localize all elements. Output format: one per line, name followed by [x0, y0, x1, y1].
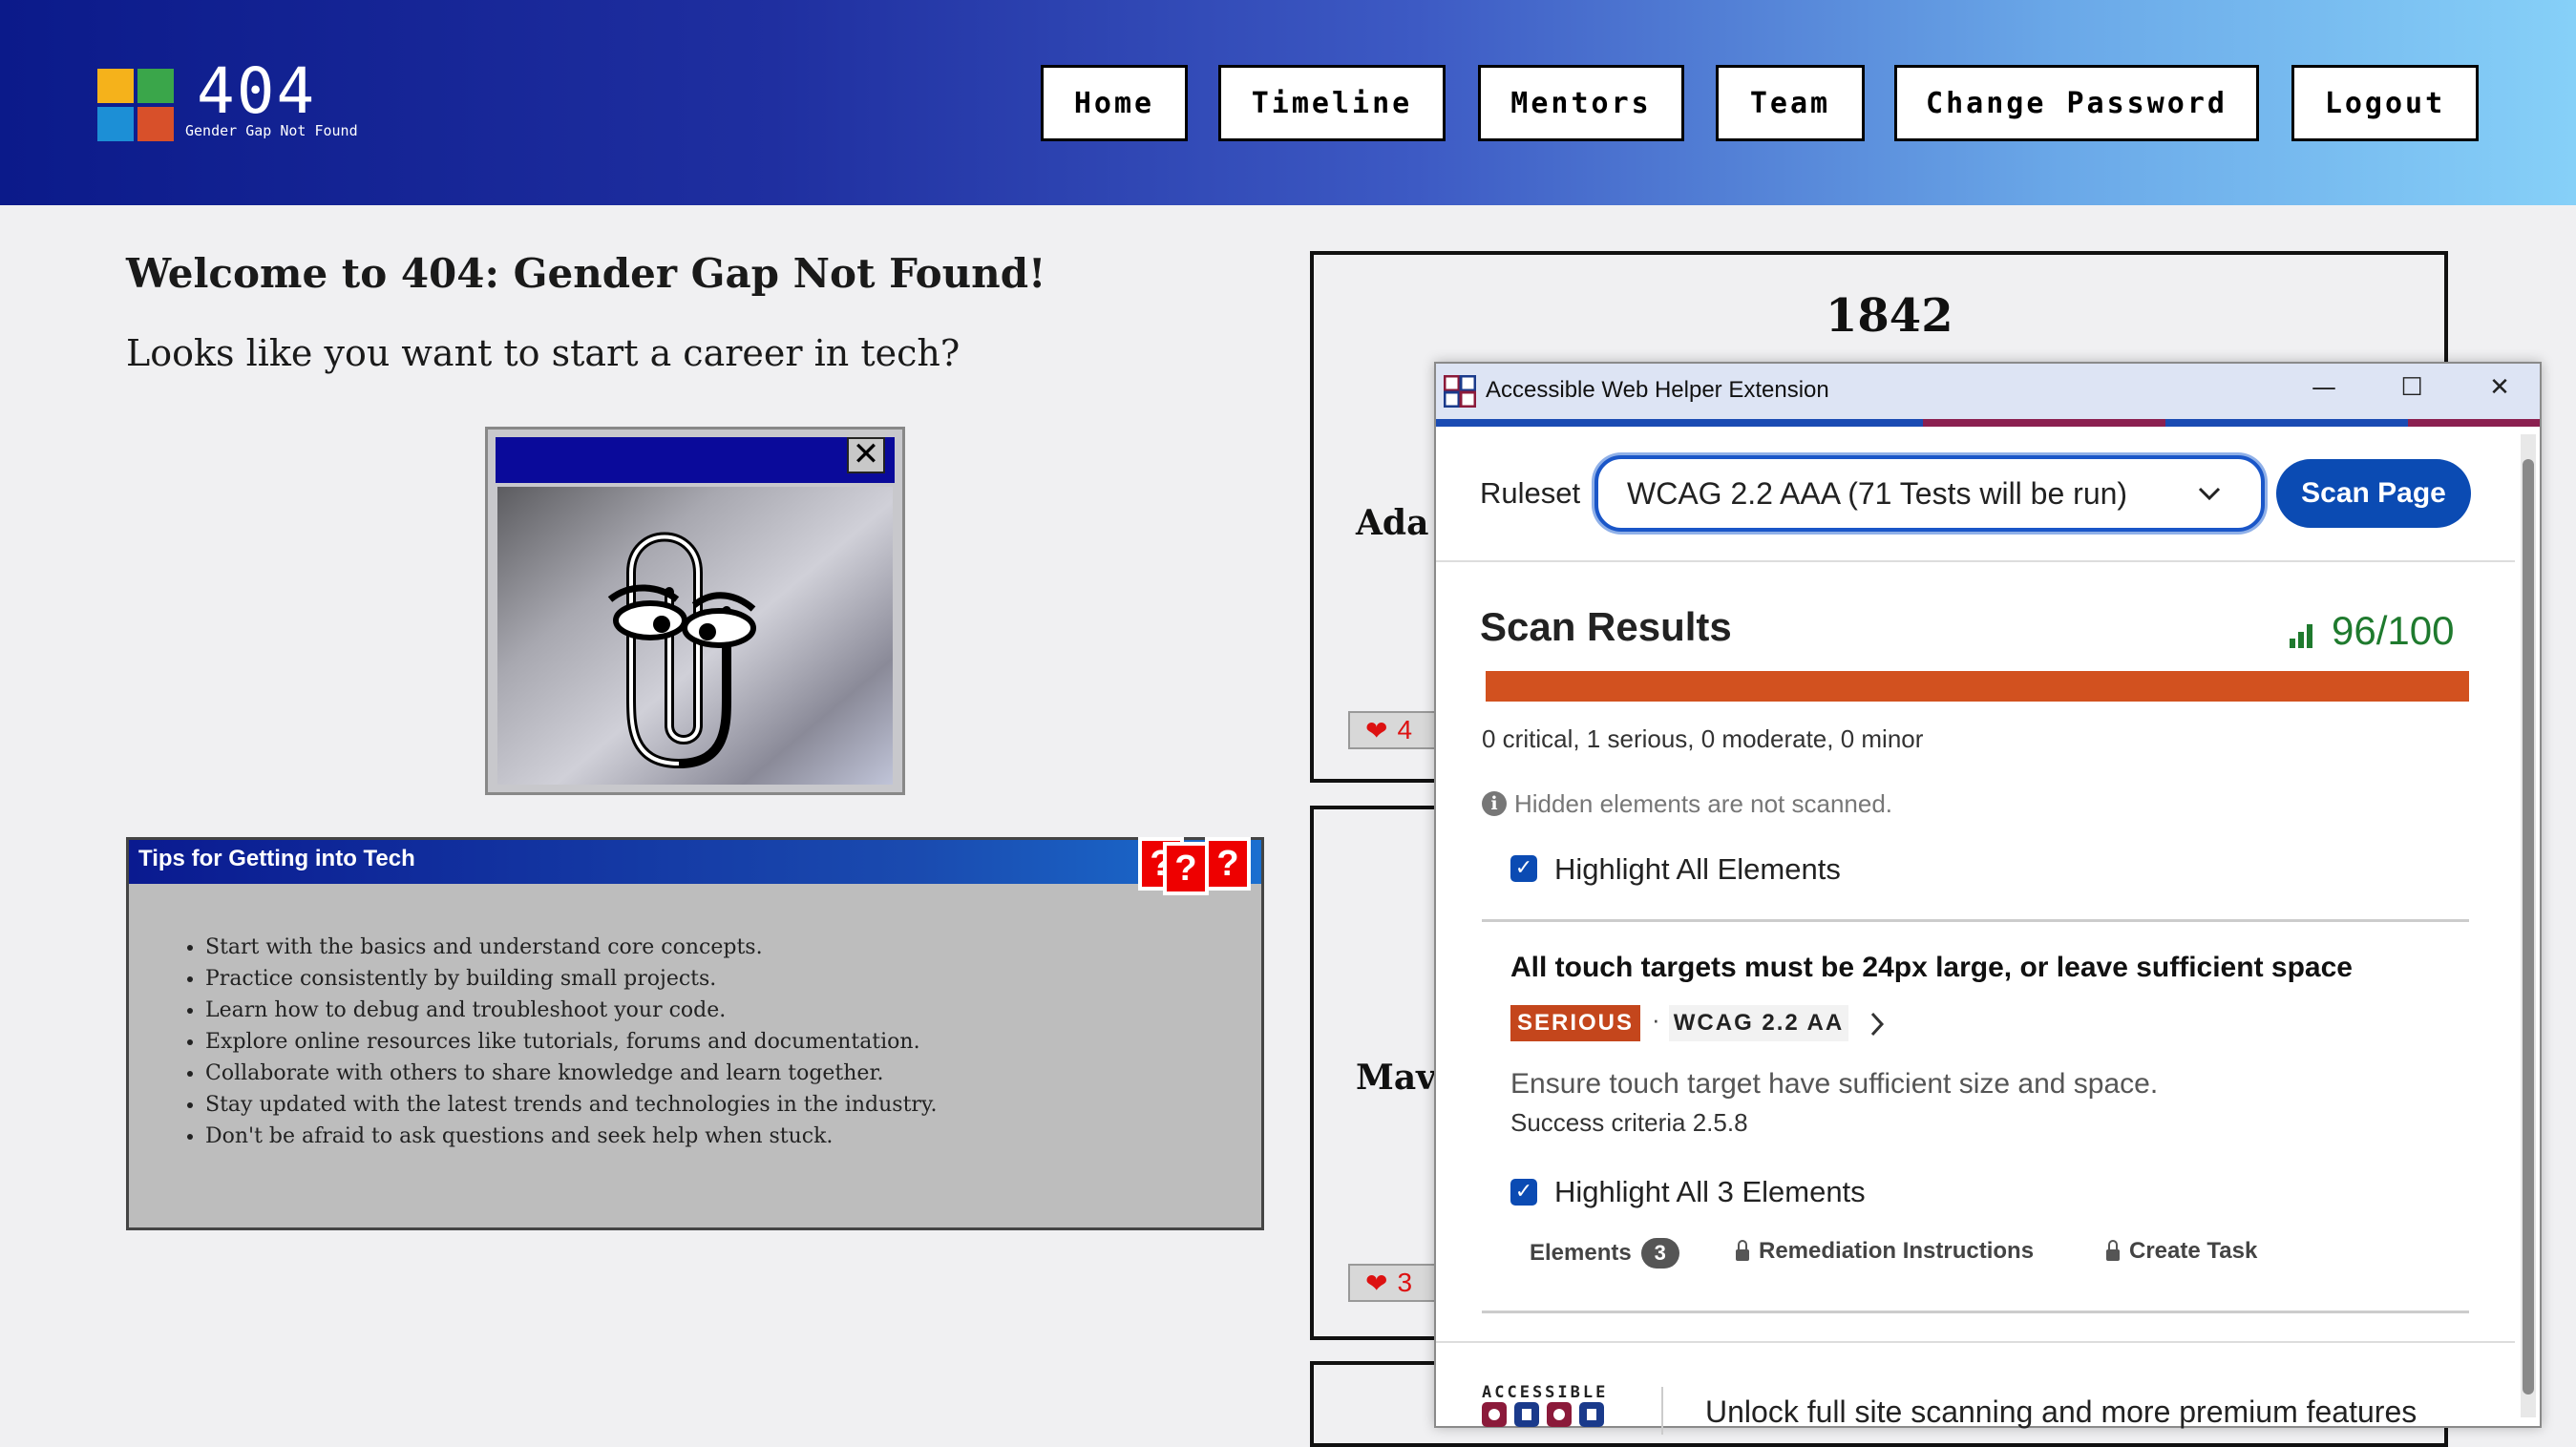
heart-icon: ❤: [1365, 1268, 1388, 1298]
nav-timeline-button[interactable]: Timeline: [1218, 65, 1446, 141]
hidden-note: Hidden elements are not scanned.: [1514, 789, 1893, 818]
highlight-all-checkbox[interactable]: ✓: [1510, 855, 1537, 882]
separator: ·: [1652, 1005, 1660, 1034]
accessible-logo-icon: [1482, 1402, 1604, 1427]
tagline-text: Looks like you want to start a career in…: [126, 332, 961, 374]
color-stripe: [2165, 419, 2408, 427]
logo-icon[interactable]: [97, 69, 174, 141]
tab-create-task-label: Create Task: [2129, 1238, 2258, 1264]
standard-badge[interactable]: WCAG 2.2 AA: [1669, 1005, 1848, 1041]
heart-icon: ❤: [1365, 715, 1388, 745]
signal-bars-icon: [2290, 624, 2312, 648]
elements-count-badge: 3: [1640, 1238, 1679, 1269]
clippy-titlebar: [496, 437, 895, 483]
logo-title: 404: [197, 54, 317, 128]
maximize-icon[interactable]: ☐: [2383, 373, 2440, 408]
severity-badge: SERIOUS: [1510, 1005, 1640, 1041]
color-stripe: [2408, 419, 2540, 427]
divider: [1436, 1341, 2515, 1343]
clippy-window: ✕: [485, 427, 905, 795]
close-icon[interactable]: ✕: [847, 437, 885, 473]
nav-mentors-button[interactable]: Mentors: [1478, 65, 1684, 141]
list-item: Learn how to debug and troubleshoot your…: [205, 995, 937, 1026]
chevron-right-icon[interactable]: [1868, 1011, 1887, 1038]
tips-window: Tips for Getting into Tech Start with th…: [126, 837, 1264, 1230]
summary-text: 0 critical, 1 serious, 0 moderate, 0 min…: [1482, 724, 1924, 753]
tab-create-task[interactable]: Create Task: [2106, 1238, 2257, 1265]
list-item: Start with the basics and understand cor…: [205, 932, 937, 963]
paperclip-icon: [607, 532, 756, 768]
list-item: Don't be afraid to ask questions and see…: [205, 1121, 937, 1152]
extension-window: Accessible Web Helper Extension — ☐ ✕ Ru…: [1434, 362, 2542, 1435]
info-icon: i: [1482, 791, 1507, 816]
lock-icon: [2106, 1240, 2120, 1261]
list-item: Explore online resources like tutorials,…: [205, 1026, 937, 1058]
ruleset-select[interactable]: WCAG 2.2 AAA (71 Tests will be run): [1594, 455, 2265, 532]
chevron-down-icon: [2198, 487, 2221, 501]
issue-title: All touch targets must be 24px large, or…: [1510, 952, 2353, 983]
highlight-all-label: Highlight All Elements: [1554, 852, 1841, 886]
scrollbar-thumb[interactable]: [2523, 459, 2534, 1395]
promo-logo-text: ACCESSIBLE: [1482, 1383, 1609, 1402]
extension-title: Accessible Web Helper Extension: [1486, 377, 1829, 403]
welcome-heading: Welcome to 404: Gender Gap Not Found!: [126, 250, 1046, 297]
color-stripe: [1436, 419, 1923, 427]
score-value: 96/100: [2332, 608, 2455, 653]
ruleset-value: WCAG 2.2 AAA (71 Tests will be run): [1627, 475, 2128, 511]
tips-title: Tips for Getting into Tech: [138, 846, 415, 871]
scan-results-title: Scan Results: [1480, 604, 1732, 649]
issue-description: Ensure touch target have sufficient size…: [1510, 1068, 2159, 1100]
tips-list: Start with the basics and understand cor…: [167, 932, 937, 1152]
divider: [1482, 919, 2469, 922]
highlight-issue-checkbox[interactable]: ✓: [1510, 1179, 1537, 1206]
scan-page-button[interactable]: Scan Page: [2276, 459, 2471, 528]
tab-remediation[interactable]: Remediation Instructions: [1736, 1238, 2034, 1265]
list-item: Stay updated with the latest trends and …: [205, 1089, 937, 1121]
divider: [1482, 1311, 2469, 1313]
minimize-icon[interactable]: —: [2295, 373, 2353, 408]
extension-logo-icon: [1444, 375, 1476, 408]
list-item: Practice consistently by building small …: [205, 963, 937, 995]
nav-team-button[interactable]: Team: [1716, 65, 1865, 141]
highlight-issue-label: Highlight All 3 Elements: [1554, 1175, 1866, 1208]
tab-elements[interactable]: Elements 3: [1530, 1238, 1679, 1269]
question-button[interactable]: ?: [1205, 837, 1251, 891]
like-count: 4: [1397, 715, 1413, 744]
promo-text[interactable]: Unlock full site scanning and more premi…: [1705, 1395, 2417, 1430]
score-bar: [1486, 671, 2469, 702]
lock-icon: [1736, 1240, 1749, 1261]
nav-change-password-button[interactable]: Change Password: [1894, 65, 2259, 141]
timeline-year: 1842: [1826, 289, 1953, 343]
nav-logout-button[interactable]: Logout: [2291, 65, 2479, 141]
divider: [1436, 560, 2515, 562]
nav-home-button[interactable]: Home: [1041, 65, 1188, 141]
clippy-image: [497, 487, 893, 785]
logo-subtitle: Gender Gap Not Found: [185, 122, 358, 139]
success-criteria: Success criteria 2.5.8: [1510, 1108, 1748, 1137]
tab-remediation-label: Remediation Instructions: [1759, 1238, 2035, 1264]
color-stripe: [1923, 419, 2165, 427]
like-count: 3: [1397, 1268, 1413, 1297]
list-item: Collaborate with others to share knowled…: [205, 1058, 937, 1089]
ruleset-label: Ruleset: [1480, 476, 1581, 510]
card-name: Ada: [1356, 503, 1429, 543]
question-button[interactable]: ?: [1163, 842, 1209, 895]
tab-elements-label: Elements: [1530, 1240, 1632, 1266]
close-window-icon[interactable]: ✕: [2471, 373, 2528, 408]
